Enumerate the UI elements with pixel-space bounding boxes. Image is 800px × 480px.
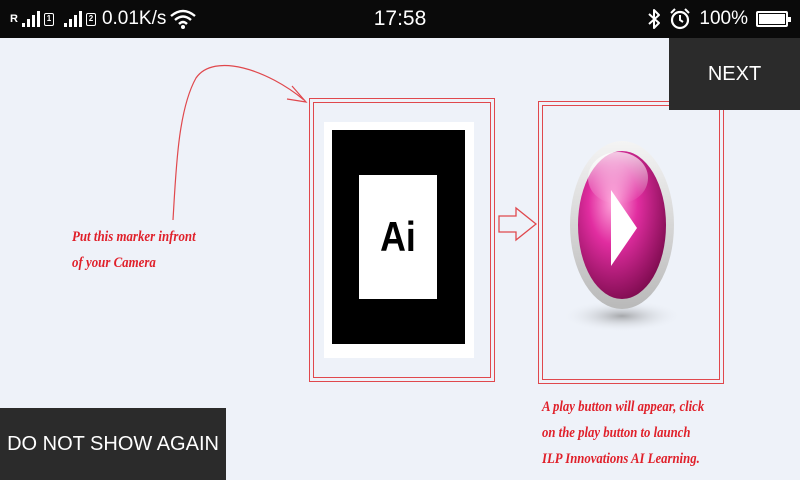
caption-line: A play button will appear, click [542,399,705,415]
caption-line: ILP Innovations AI Learning. [542,451,700,467]
play-button-icon [562,141,682,332]
play-instruction-caption: A play button will appear, click on the … [542,394,704,472]
do-not-show-again-button[interactable]: DO NOT SHOW AGAIN [0,408,226,480]
right-arrow-icon [498,206,538,242]
marker-instruction-caption: Put this marker infront of your Camera [72,224,196,276]
caption-line: of your Camera [72,255,156,271]
caption-line: Put this marker infront [72,229,196,245]
caption-line: on the play button to launch [542,425,691,441]
next-button[interactable]: NEXT [669,38,800,110]
curved-arrow-icon [172,64,308,221]
